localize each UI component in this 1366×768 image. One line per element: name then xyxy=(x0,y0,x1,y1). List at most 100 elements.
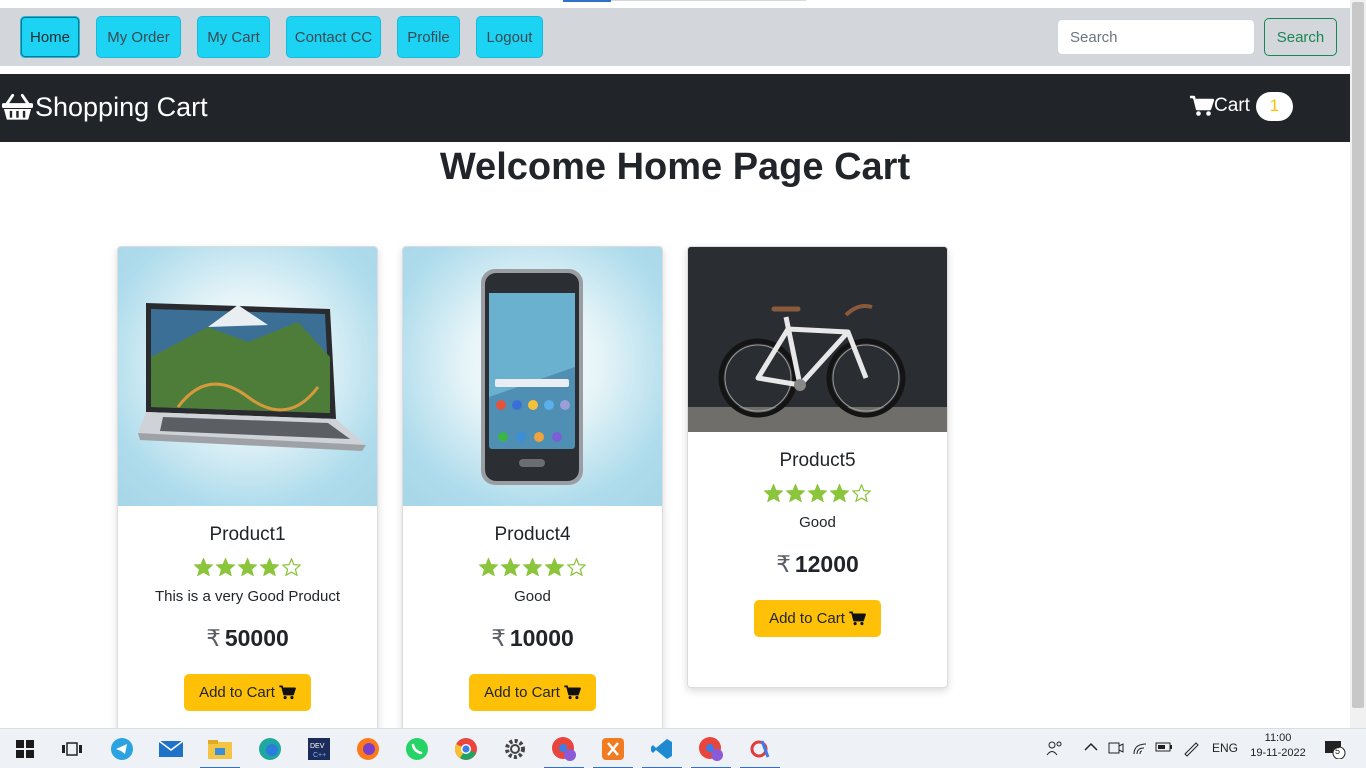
mail-icon[interactable] xyxy=(157,735,185,763)
bicycle-illustration xyxy=(688,247,947,432)
star-filled-icon xyxy=(501,558,520,576)
star-filled-icon xyxy=(194,558,213,576)
nav-gap xyxy=(0,66,1350,74)
vscode-icon[interactable] xyxy=(642,735,682,768)
smartphone-image xyxy=(403,247,662,506)
star-filled-icon xyxy=(830,484,849,502)
laptop-image xyxy=(118,247,377,506)
product-price: ₹50000 xyxy=(118,625,377,652)
devc-icon[interactable]: DEV C++ xyxy=(305,735,333,763)
firefox-icon[interactable] xyxy=(354,735,382,763)
product-card-product5: Product5 Good ₹12000 Add to Cart xyxy=(687,246,948,688)
chrome-profile-icon[interactable] xyxy=(544,735,584,768)
product-title: Product5 xyxy=(779,450,856,471)
star-filled-icon xyxy=(786,484,805,502)
add-to-cart-button[interactable]: Add to Cart xyxy=(469,674,596,711)
product-description: This is a very Good Product xyxy=(154,588,341,605)
file-explorer-icon[interactable] xyxy=(200,735,240,768)
product-title: Product1 xyxy=(209,524,286,545)
star-filled-icon xyxy=(216,558,235,576)
smartphone-illustration xyxy=(481,269,583,485)
rupee-symbol: ₹ xyxy=(776,551,791,577)
wifi-icon[interactable] xyxy=(1132,740,1150,759)
svg-text:DEV: DEV xyxy=(310,743,325,750)
scrollbar-thumb[interactable] xyxy=(1352,2,1364,708)
product-card-product1: Product1 This is a very Good Product ₹50… xyxy=(117,246,378,736)
cart-link[interactable]: Cart 1 xyxy=(1190,91,1293,121)
page-heading: Welcome Home Page Cart xyxy=(439,146,911,188)
add-to-cart-button[interactable]: Add to Cart xyxy=(754,600,881,637)
rating-stars xyxy=(688,484,947,502)
star-empty-icon xyxy=(852,484,871,502)
star-empty-icon xyxy=(567,558,586,576)
chrome-icon[interactable] xyxy=(452,735,480,763)
pen-icon[interactable] xyxy=(1182,739,1200,760)
nav-home-button[interactable]: Home xyxy=(20,16,80,58)
xampp-icon[interactable] xyxy=(593,735,633,768)
laptop-illustration xyxy=(138,303,366,451)
clock-date: 19-11-2022 xyxy=(1250,747,1306,759)
star-filled-icon xyxy=(545,558,564,576)
cart-icon xyxy=(279,685,296,700)
product-price: ₹10000 xyxy=(403,625,662,652)
nav-logout-button[interactable]: Logout xyxy=(476,16,543,58)
search-button[interactable]: Search xyxy=(1264,18,1337,56)
add-to-cart-label: Add to Cart xyxy=(769,610,845,627)
clock[interactable]: 11:00 19-11-2022 xyxy=(1248,732,1308,759)
star-filled-icon xyxy=(808,484,827,502)
settings-icon[interactable] xyxy=(501,735,529,763)
language-indicator[interactable]: ENG xyxy=(1212,741,1238,755)
nav-my-cart-button[interactable]: My Cart xyxy=(197,16,270,58)
chrome-profile-2-icon[interactable] xyxy=(691,735,731,768)
battery-icon[interactable] xyxy=(1155,741,1173,756)
task-view-icon[interactable] xyxy=(58,735,86,763)
svg-text:C++: C++ xyxy=(313,752,326,759)
windows-taskbar: DEV C++ ENG 11:00 19-11-2022 5 xyxy=(0,728,1366,768)
brand-title: Shopping Cart xyxy=(35,91,208,122)
cart-label: Cart xyxy=(1214,95,1250,116)
rating-stars xyxy=(403,558,662,576)
star-filled-icon xyxy=(764,484,783,502)
windows-start-icon[interactable] xyxy=(11,735,39,763)
product-title: Product4 xyxy=(494,524,571,545)
add-to-cart-button[interactable]: Add to Cart xyxy=(184,674,311,711)
header-bar: Shopping Cart Cart 1 xyxy=(0,74,1350,142)
star-filled-icon xyxy=(479,558,498,576)
notification-count: 5 xyxy=(1335,746,1341,756)
add-to-cart-label: Add to Cart xyxy=(484,684,560,701)
nav-my-order-button[interactable]: My Order xyxy=(96,16,181,58)
clock-time: 11:00 xyxy=(1264,732,1292,744)
price-value: 50000 xyxy=(224,625,289,651)
shopping-cart-icon xyxy=(1190,95,1214,116)
bicycle-image xyxy=(688,247,947,432)
star-filled-icon xyxy=(238,558,257,576)
chevron-up-icon[interactable] xyxy=(1084,741,1098,756)
product-price: ₹12000 xyxy=(688,551,947,578)
nav-profile-button[interactable]: Profile xyxy=(397,16,460,58)
meet-now-icon[interactable] xyxy=(1108,740,1124,759)
browser-top-strip xyxy=(0,0,1350,8)
basket-icon xyxy=(2,93,33,120)
rupee-symbol: ₹ xyxy=(206,625,221,651)
product-description: Good xyxy=(514,588,551,605)
cart-count-badge: 1 xyxy=(1255,91,1293,121)
add-to-cart-label: Add to Cart xyxy=(199,684,275,701)
search-input[interactable] xyxy=(1057,19,1255,55)
brand-link[interactable]: Shopping Cart xyxy=(2,89,208,125)
star-filled-icon xyxy=(260,558,279,576)
notification-icon[interactable]: 5 xyxy=(1324,739,1346,762)
whatsapp-icon[interactable] xyxy=(403,735,431,763)
cart-icon xyxy=(849,611,866,626)
telegram-icon[interactable] xyxy=(108,735,136,763)
star-empty-icon xyxy=(282,558,301,576)
top-nav-bar: Home My Order My Cart Contact CC Profile… xyxy=(0,8,1350,66)
star-filled-icon xyxy=(523,558,542,576)
people-icon[interactable] xyxy=(1046,740,1064,759)
edge-icon[interactable] xyxy=(256,735,284,763)
product-description: Good xyxy=(799,514,836,531)
paint-icon[interactable] xyxy=(740,735,780,768)
rupee-symbol: ₹ xyxy=(491,625,506,651)
product-card-product4: Product4 Good ₹10000 Add to Cart xyxy=(402,246,663,736)
rating-stars xyxy=(118,558,377,576)
nav-contact-cc-button[interactable]: Contact CC xyxy=(286,16,381,58)
